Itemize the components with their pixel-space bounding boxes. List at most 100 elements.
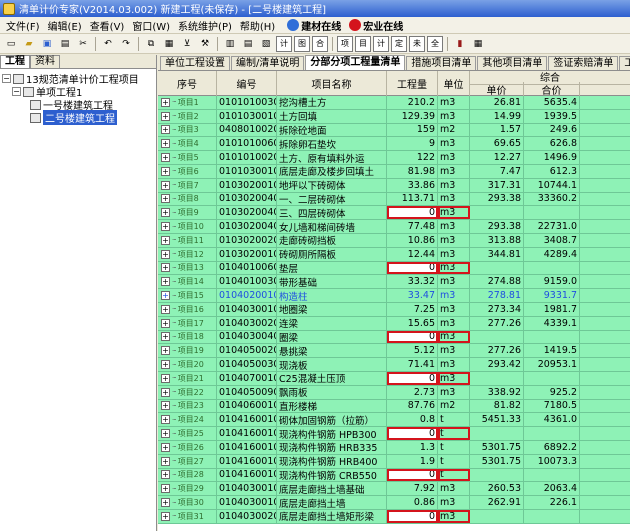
table-row[interactable]: +···项目1010101003001挖沟槽土方210.2m326.815635… [158, 96, 630, 110]
seq-cell[interactable]: + ··· 项目11 [158, 233, 217, 247]
total-cell[interactable]: 10744.1 [524, 178, 580, 192]
table-row[interactable]: +···项目26010416001026现浇构件钢筋 HRB3351.3t530… [158, 440, 630, 455]
code-cell[interactable]: 010403004018 [217, 330, 277, 344]
name-cell[interactable]: 挖沟槽土方 [277, 96, 387, 109]
total-cell[interactable]: 1981.7 [524, 302, 580, 316]
seq-cell[interactable]: + ··· 项目1 [158, 96, 217, 109]
brand-link-2[interactable]: 宏业在线 [349, 18, 403, 33]
unit-cell[interactable]: m3 [438, 206, 470, 220]
table-row[interactable]: +···项目4010101006004拆除卵石垫坎9m369.65626.8 [158, 137, 630, 152]
price-cell[interactable]: 278.81 [470, 289, 524, 302]
total-cell[interactable]: 226.1 [524, 496, 580, 509]
qty-cell[interactable]: 71.41 [387, 358, 438, 371]
chart-box-icon[interactable]: 图 [294, 35, 310, 52]
qty-cell[interactable]: 12.44 [387, 247, 438, 261]
seq-cell[interactable]: + ··· 项目30 [158, 496, 217, 509]
new-file-icon[interactable]: ▭ [3, 36, 19, 52]
table-row[interactable]: +···项目5010101002005土方、原有填料外运122m312.2714… [158, 151, 630, 165]
open-folder-icon[interactable]: ▰ [21, 36, 37, 52]
total-cell[interactable]: 7180.5 [524, 399, 580, 413]
report-icon[interactable]: ▤ [240, 36, 256, 52]
save-icon[interactable]: ▣ [39, 36, 55, 52]
qty-cell[interactable]: 1.3 [387, 440, 438, 454]
expand-icon[interactable]: + [161, 442, 170, 452]
table-row[interactable]: +···项目10010302004010女儿墙和梯间砖墙77.48m3293.3… [158, 220, 630, 234]
unit-cell[interactable]: m3 [438, 275, 470, 289]
seq-cell[interactable]: + ··· 项目6 [158, 164, 217, 178]
total-cell[interactable]: 9159.0 [524, 275, 580, 289]
print-icon[interactable]: ▤ [57, 36, 73, 52]
seq-cell[interactable]: + ··· 项目19 [158, 344, 217, 358]
qty-cell[interactable]: 10.86 [387, 233, 438, 247]
expand-icon[interactable]: + [161, 194, 170, 204]
unit-cell[interactable]: t [438, 468, 470, 482]
price-cell[interactable] [470, 206, 524, 220]
copy-icon[interactable]: ⧉ [143, 36, 159, 52]
qty-cell[interactable]: 33.47 [387, 289, 438, 302]
unit-cell[interactable]: m3 [438, 316, 470, 330]
seq-cell[interactable]: + ··· 项目29 [158, 482, 217, 496]
expand-icon[interactable]: + [161, 166, 170, 176]
expand-icon[interactable]: + [161, 373, 170, 383]
unit-cell[interactable]: t [438, 413, 470, 427]
name-cell[interactable]: C25混凝土压顶 [277, 371, 387, 385]
price-cell[interactable]: 12.27 [470, 151, 524, 164]
table-row[interactable]: +···项目28010416001028现浇构件钢筋 CRB5500t [158, 468, 630, 483]
expand-icon[interactable]: + [161, 249, 170, 259]
code-cell[interactable]: 010101002005 [217, 151, 277, 164]
price-cell[interactable] [470, 330, 524, 344]
seq-cell[interactable]: + ··· 项目21 [158, 371, 217, 385]
unit-cell[interactable]: m2 [438, 123, 470, 137]
qty-cell[interactable]: 113.71 [387, 192, 438, 206]
price-cell[interactable]: 69.65 [470, 137, 524, 151]
code-cell[interactable]: 010401003014 [217, 275, 277, 289]
qty-cell[interactable]: 9 [387, 137, 438, 151]
total-cell[interactable] [524, 261, 580, 275]
expand-icon[interactable]: + [161, 346, 170, 356]
unit-cell[interactable]: m3 [438, 289, 470, 302]
seq-cell[interactable]: + ··· 项目17 [158, 316, 217, 330]
expand-icon[interactable]: + [161, 484, 170, 494]
qty-cell[interactable]: 7.25 [387, 302, 438, 316]
header-price[interactable]: 单价 [470, 82, 524, 97]
expand-icon[interactable]: + [161, 235, 170, 245]
price-cell[interactable]: 14.99 [470, 109, 524, 123]
undo-icon[interactable]: ↶ [100, 36, 116, 52]
expand-icon[interactable]: + [161, 180, 170, 190]
menu-window[interactable]: 窗口(W) [128, 18, 174, 33]
table-row[interactable]: +···项目29010403001029底层走廊挡土墙基础7.92m3260.5… [158, 482, 630, 497]
qty-cell[interactable]: 210.2 [387, 96, 438, 109]
name-cell[interactable]: 底层走廊挡土墙矩形梁 [277, 509, 387, 523]
seq-cell[interactable]: + ··· 项目27 [158, 454, 217, 468]
price-cell[interactable]: 5301.75 [470, 454, 524, 468]
tab-unit-settings[interactable]: 单位工程设置 [160, 56, 230, 70]
qty-cell[interactable]: 87.76 [387, 399, 438, 413]
full-box-icon[interactable]: 全 [427, 35, 443, 52]
header-unit[interactable]: 单位 [438, 71, 470, 96]
header-seq[interactable]: 序号 [158, 71, 217, 96]
seq-cell[interactable]: + ··· 项目20 [158, 358, 217, 371]
code-cell[interactable]: 010302004009 [217, 206, 277, 220]
qty-cell[interactable]: 0 [387, 371, 438, 385]
code-cell[interactable]: 010302001012 [217, 247, 277, 261]
calc-icon[interactable]: ▥ [222, 36, 238, 52]
menu-file[interactable]: 文件(F) [2, 18, 44, 33]
qty-cell[interactable]: 0 [387, 427, 438, 440]
table-row[interactable]: +···项目7010302001007地坪以下砖砌体33.86m3317.311… [158, 178, 630, 193]
table-row[interactable]: +···项目2010103001002土方回填129.39m314.991939… [158, 109, 630, 124]
tree-node-building-2[interactable]: 二号楼建筑工程 [2, 110, 154, 125]
unit-cell[interactable]: t [438, 454, 470, 468]
qty-cell[interactable]: 0 [387, 330, 438, 344]
name-cell[interactable]: 直形楼梯 [277, 399, 387, 413]
price-cell[interactable]: 5451.33 [470, 413, 524, 427]
table-row[interactable]: +···项目16010403001016地圈梁7.25m3273.341981.… [158, 302, 630, 317]
code-cell[interactable]: 010416001028 [217, 468, 277, 482]
code-cell[interactable]: 010402001015 [217, 289, 277, 302]
code-cell[interactable]: 010302002011 [217, 233, 277, 247]
unit-cell[interactable]: m3 [438, 385, 470, 399]
table-icon[interactable]: ▦ [470, 36, 486, 52]
qty-cell[interactable]: 15.65 [387, 316, 438, 330]
code-cell[interactable]: 010416001026 [217, 440, 277, 454]
expand-icon[interactable]: + [161, 415, 170, 425]
name-cell[interactable]: 垫层 [277, 261, 387, 275]
